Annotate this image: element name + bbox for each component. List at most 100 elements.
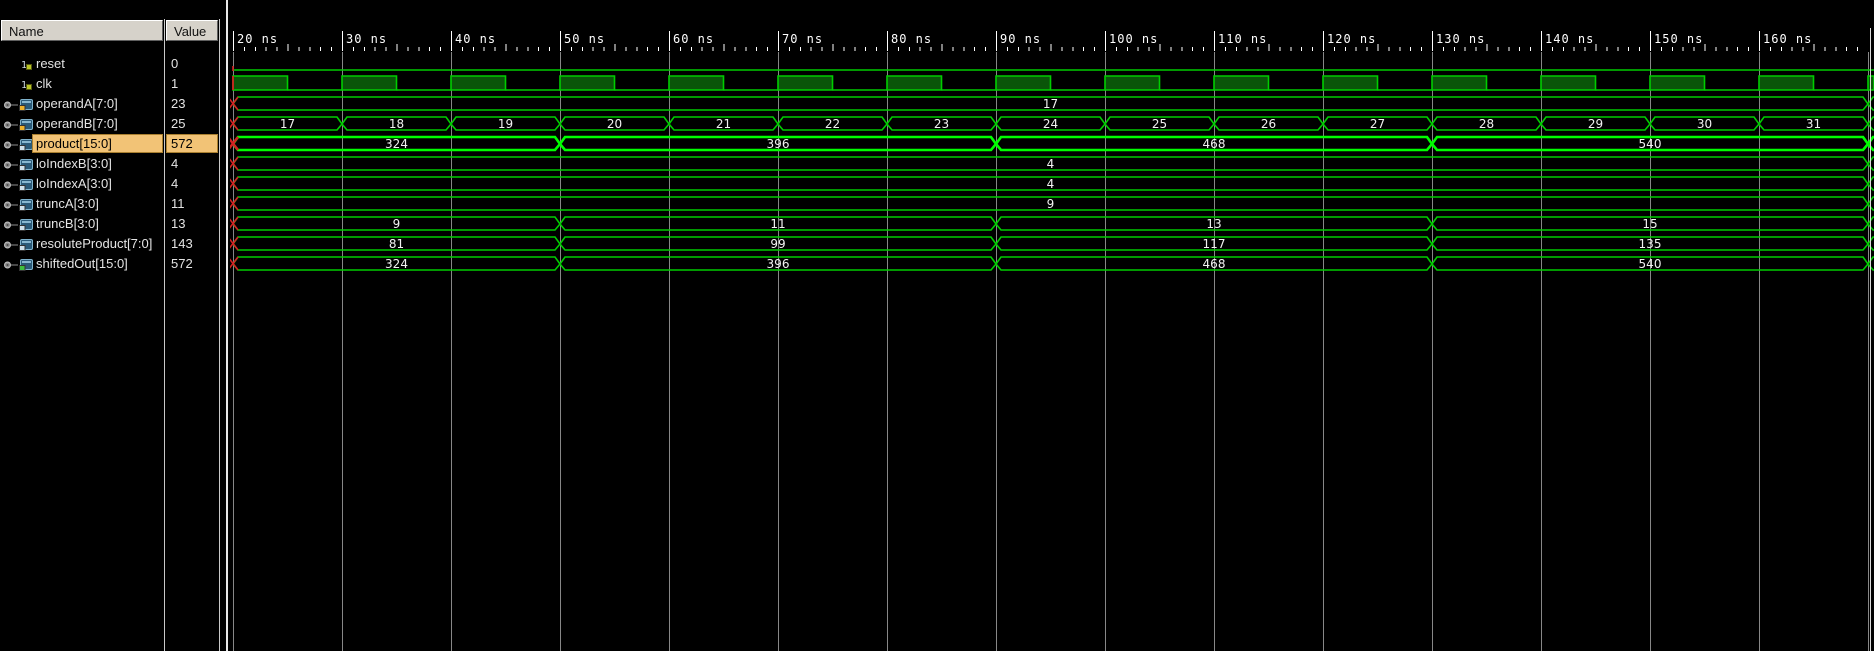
value-column-header[interactable]: Value — [166, 20, 218, 41]
svg-text:9: 9 — [393, 217, 401, 231]
svg-text:18: 18 — [389, 117, 404, 131]
svg-text:60 ns: 60 ns — [673, 32, 714, 46]
signal-name: reset — [36, 56, 65, 71]
svg-text:150 ns: 150 ns — [1654, 32, 1703, 46]
signal-value: 23 — [171, 96, 186, 111]
svg-text:110 ns: 110 ns — [1218, 32, 1267, 46]
signal-row-operandA[interactable]: operandA[7:0] 23 — [0, 94, 228, 114]
svg-text:99: 99 — [770, 237, 785, 251]
expander-icon[interactable] — [3, 258, 18, 276]
svg-text:9: 9 — [1047, 197, 1055, 211]
signal-value: 4 — [171, 156, 179, 171]
svg-text:117: 117 — [1203, 237, 1226, 251]
svg-text:40 ns: 40 ns — [455, 32, 496, 46]
wave-reset[interactable] — [232, 66, 1874, 71]
svg-text:17: 17 — [280, 117, 295, 131]
name-column-header[interactable]: Name — [1, 20, 163, 41]
time-axis: 20 ns 30 ns 40 ns 50 ns 60 ns 70 ns 80 ns 90 ns… — [233, 31, 1859, 51]
svg-text:100 ns: 100 ns — [1109, 32, 1158, 46]
svg-text:81: 81 — [389, 237, 404, 251]
svg-text:120 ns: 120 ns — [1327, 32, 1376, 46]
svg-text:140 ns: 140 ns — [1545, 32, 1594, 46]
signal-row-loIndexA[interactable]: loIndexA[3:0] 4 — [0, 174, 228, 194]
svg-text:15: 15 — [1642, 217, 1657, 231]
signal-value: 572 — [171, 256, 193, 271]
wave-loIndexB[interactable]: 4 — [230, 156, 1874, 171]
signal-name: loIndexB[3:0] — [36, 156, 112, 171]
signal-name: resoluteProduct[7:0] — [36, 236, 153, 251]
svg-text:324: 324 — [385, 257, 408, 271]
waveform-svg[interactable]: 20 ns 30 ns 40 ns 50 ns 60 ns 70 ns 80 ns 90 ns… — [230, 0, 1874, 651]
signal-value: 1 — [171, 76, 179, 91]
signal-name: shiftedOut[15:0] — [36, 256, 128, 271]
svg-text:396: 396 — [767, 257, 790, 271]
signal-row-clk[interactable]: 1 clk 1 — [0, 74, 228, 94]
wave-operandA[interactable]: 17 — [230, 96, 1874, 111]
signal-row-loIndexB[interactable]: loIndexB[3:0] 4 — [0, 154, 228, 174]
wave-product[interactable]: 324 396 468 540 — [230, 135, 1874, 152]
waveform-viewer-window: Name Value 1 reset 0 1 clk 1 operandA[7:0]… — [0, 0, 1874, 651]
svg-text:70 ns: 70 ns — [782, 32, 823, 46]
signal-value: 0 — [171, 56, 179, 71]
gridlines — [233, 52, 1869, 651]
wave-resoluteProduct[interactable]: 81 99 117 135 — [230, 236, 1874, 251]
signal-value: 143 — [171, 236, 193, 251]
wave-truncA[interactable]: 9 — [230, 196, 1874, 211]
signal-value: 572 — [166, 134, 218, 153]
svg-text:31: 31 — [1806, 117, 1821, 131]
svg-text:80 ns: 80 ns — [891, 32, 932, 46]
wave-operandB[interactable]: 17 18 19 20 21 22 23 24 25 26 27 28 29 30 31 — [230, 116, 1874, 131]
svg-text:4: 4 — [1047, 177, 1055, 191]
svg-text:19: 19 — [498, 117, 513, 131]
signal-row-truncB[interactable]: truncB[3:0] 13 — [0, 214, 228, 234]
signal-value: 25 — [171, 116, 186, 131]
svg-text:20 ns: 20 ns — [237, 32, 278, 46]
svg-text:23: 23 — [934, 117, 949, 131]
svg-text:90 ns: 90 ns — [1000, 32, 1041, 46]
svg-text:20: 20 — [607, 117, 622, 131]
signal-row-reset[interactable]: 1 reset 0 — [0, 54, 228, 74]
waveform-canvas[interactable]: 20 ns 30 ns 40 ns 50 ns 60 ns 70 ns 80 ns 90 ns… — [230, 0, 1874, 651]
svg-text:21: 21 — [716, 117, 731, 131]
svg-text:4: 4 — [1047, 157, 1055, 171]
svg-text:13: 13 — [1206, 217, 1221, 231]
signal-row-shiftedOut[interactable]: shiftedOut[15:0] 572 — [0, 254, 228, 274]
svg-text:396: 396 — [767, 137, 790, 151]
svg-text:540: 540 — [1639, 137, 1662, 151]
name-value-divider[interactable] — [164, 19, 165, 651]
signal-row-operandB[interactable]: operandB[7:0] 25 — [0, 114, 228, 134]
wave-clk[interactable] — [232, 75, 1874, 91]
svg-text:26: 26 — [1261, 117, 1276, 131]
value-column-divider[interactable] — [219, 19, 220, 651]
svg-text:22: 22 — [825, 117, 840, 131]
signal-name: operandA[7:0] — [36, 96, 118, 111]
svg-text:27: 27 — [1370, 117, 1385, 131]
wave-truncB[interactable]: 9 11 13 15 — [230, 216, 1874, 231]
svg-text:28: 28 — [1479, 117, 1494, 131]
svg-text:30 ns: 30 ns — [346, 32, 387, 46]
wave-loIndexA[interactable]: 4 — [230, 176, 1874, 191]
signal-row-resoluteProduct[interactable]: resoluteProduct[7:0] 143 — [0, 234, 228, 254]
signal-waves: 17 17 18 19 20 21 22 23 24 25 26 27 28 29 30 31 324 396 46… — [230, 66, 1874, 271]
signal-value: 11 — [171, 196, 185, 211]
svg-text:160 ns: 160 ns — [1763, 32, 1812, 46]
signal-name: product[15:0] — [32, 134, 163, 153]
svg-text:50 ns: 50 ns — [564, 32, 605, 46]
svg-text:468: 468 — [1203, 257, 1226, 271]
signal-value: 13 — [171, 216, 186, 231]
signal-name: operandB[7:0] — [36, 116, 118, 131]
svg-text:17: 17 — [1043, 97, 1058, 111]
svg-text:29: 29 — [1588, 117, 1603, 131]
panel-splitter[interactable] — [226, 0, 228, 651]
svg-text:11: 11 — [770, 217, 785, 231]
svg-text:25: 25 — [1152, 117, 1167, 131]
svg-text:468: 468 — [1203, 137, 1226, 151]
signal-name: truncB[3:0] — [36, 216, 99, 231]
svg-text:324: 324 — [385, 137, 408, 151]
signal-row-truncA[interactable]: truncA[3:0] 11 — [0, 194, 228, 214]
signal-row-product[interactable]: product[15:0] 572 — [0, 134, 228, 154]
signal-name: loIndexA[3:0] — [36, 176, 112, 191]
wave-shiftedOut[interactable]: 324 396 468 540 — [230, 256, 1874, 271]
svg-text:135: 135 — [1639, 237, 1662, 251]
signal-name: clk — [36, 76, 52, 91]
